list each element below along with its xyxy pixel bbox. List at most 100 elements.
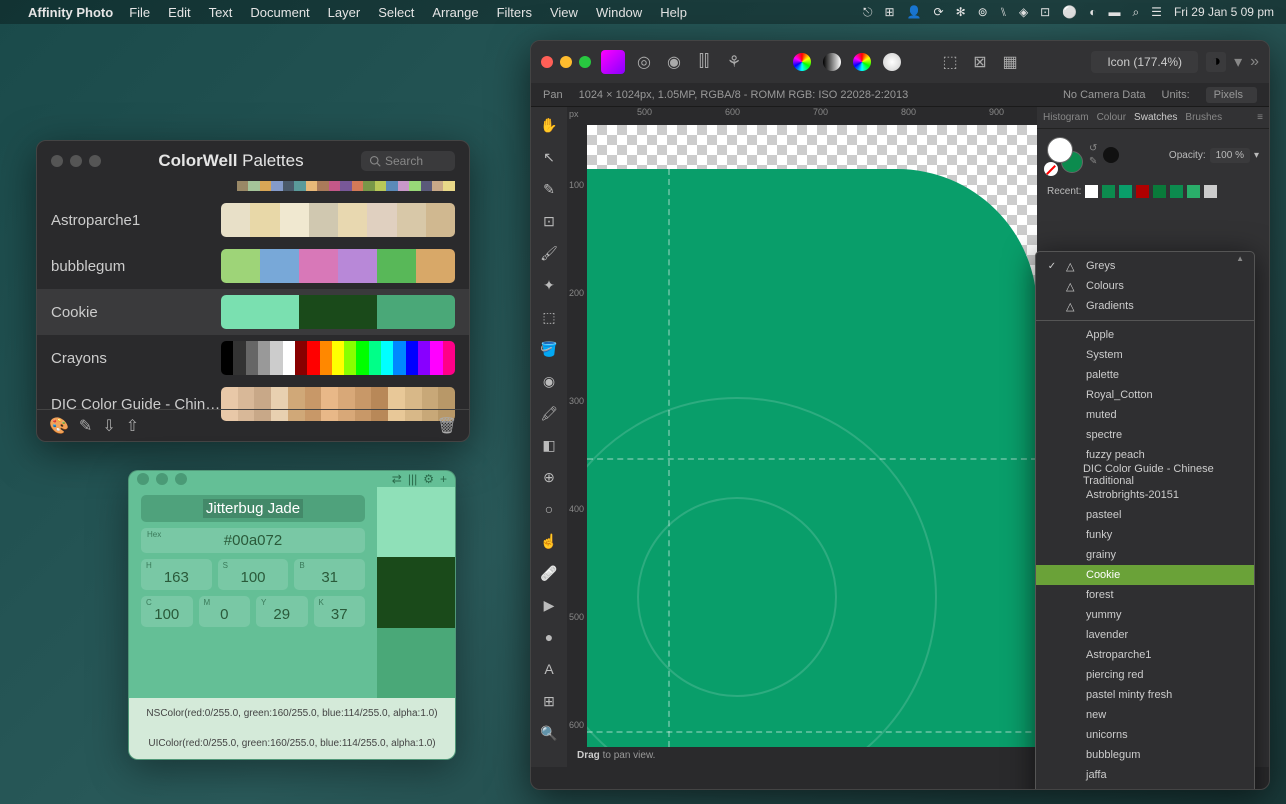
horizontal-ruler[interactable]: 500600700800900 xyxy=(587,107,1037,125)
palette-row[interactable]: bubblegum xyxy=(37,243,469,289)
color-component-field[interactable]: Y29 xyxy=(256,596,308,627)
crop-tool-icon[interactable]: ⊡ xyxy=(537,209,561,233)
dropdown-toggle[interactable]: ▾ xyxy=(1254,150,1259,161)
clone-tool-icon[interactable]: ⊕ xyxy=(537,465,561,489)
hsl-icon[interactable] xyxy=(853,53,871,71)
tab-swatches[interactable]: Swatches xyxy=(1134,112,1177,123)
dropdown-item[interactable]: yummy xyxy=(1036,605,1254,625)
selection-icon[interactable]: ⬚ xyxy=(941,53,959,71)
recent-swatch[interactable] xyxy=(1204,185,1217,198)
shape-tool-icon[interactable]: ● xyxy=(537,625,561,649)
user-icon[interactable]: 👤 xyxy=(907,5,922,19)
dropdown-item[interactable]: piercing red xyxy=(1036,665,1254,685)
recent-swatch[interactable] xyxy=(1153,185,1166,198)
snap-icon[interactable]: ⊠ xyxy=(971,53,989,71)
recent-swatch[interactable] xyxy=(1085,185,1098,198)
wifi-icon[interactable]: ◈ xyxy=(1019,5,1028,19)
dropdown-item[interactable]: funky xyxy=(1036,525,1254,545)
recent-swatch[interactable] xyxy=(1187,185,1200,198)
menu-edit[interactable]: Edit xyxy=(168,5,190,20)
color-swatch[interactable] xyxy=(377,557,455,627)
dropdown-item[interactable]: bubblegum xyxy=(1036,745,1254,765)
eyedropper-icon[interactable]: ✎ xyxy=(1089,156,1097,167)
healing-tool-icon[interactable]: 🩹 xyxy=(537,561,561,585)
bw-icon[interactable] xyxy=(823,53,841,71)
wifi-icon[interactable]: ⊚ xyxy=(978,5,988,19)
dropdown-item[interactable]: spectre xyxy=(1036,425,1254,445)
dropdown-item[interactable]: grainy xyxy=(1036,545,1254,565)
dropdown-item[interactable]: new xyxy=(1036,705,1254,725)
dropdown-item[interactable]: △Colours xyxy=(1036,276,1254,296)
color-component-field[interactable]: S100 xyxy=(218,559,289,590)
dropdown-item[interactable]: jaffa xyxy=(1036,765,1254,785)
bars-icon[interactable]: ||| xyxy=(408,472,417,486)
link-icon[interactable]: ⑊ xyxy=(1000,5,1007,19)
recent-swatch[interactable] xyxy=(1170,185,1183,198)
bluetooth-icon[interactable]: ⚪ xyxy=(1062,5,1077,19)
dropdown-item[interactable]: Astroparche1 xyxy=(1036,645,1254,665)
recent-swatch[interactable] xyxy=(1119,185,1132,198)
spotlight-icon[interactable]: ⌕ xyxy=(1132,5,1139,20)
trash-icon[interactable]: 🗑 xyxy=(437,416,457,436)
color-component-field[interactable]: B31 xyxy=(294,559,365,590)
dropdown-item[interactable]: Royal_Cotton xyxy=(1036,385,1254,405)
dropdown-item[interactable]: Apple xyxy=(1036,325,1254,345)
dropdown-item[interactable]: palette xyxy=(1036,365,1254,385)
dropdown-item[interactable]: muted xyxy=(1036,405,1254,425)
code-output[interactable]: NSColor(red:0/255.0, green:160/255.0, bl… xyxy=(129,698,455,759)
tab-colour[interactable]: Colour xyxy=(1097,112,1126,123)
selection-brush-icon[interactable]: ✦ xyxy=(537,273,561,297)
brush-tool-icon[interactable]: 🖌 xyxy=(537,241,561,265)
persona-liquify-icon[interactable]: ◉ xyxy=(665,53,683,71)
sync-icon[interactable]: ⟳ xyxy=(934,5,944,19)
dropdown-item[interactable]: pastel minty fresh xyxy=(1036,685,1254,705)
color-component-field[interactable]: M0 xyxy=(199,596,251,627)
panel-menu-icon[interactable]: ≡ xyxy=(1257,112,1263,123)
dropdown-item[interactable]: unicorns xyxy=(1036,725,1254,745)
erase-tool-icon[interactable]: ◧ xyxy=(537,433,561,457)
persona-photo-icon[interactable]: ◎ xyxy=(635,53,653,71)
scroll-up-icon[interactable]: ▲ xyxy=(1236,256,1244,262)
window-traffic-lights[interactable] xyxy=(541,56,591,68)
export-icon[interactable]: ⇧ xyxy=(126,416,139,436)
canvas[interactable] xyxy=(587,125,1037,747)
recent-swatch[interactable] xyxy=(1102,185,1115,198)
add-icon[interactable]: + xyxy=(440,472,447,486)
volume-icon[interactable]: ◐ xyxy=(1089,5,1096,19)
persona-tone-icon[interactable]: ⚘ xyxy=(725,53,743,71)
tag-icon[interactable]: ✎ xyxy=(79,416,92,436)
white-balance-icon[interactable] xyxy=(883,53,901,71)
palette-row[interactable]: Crayons xyxy=(37,335,469,381)
paint-brush-icon[interactable]: 🖍 xyxy=(537,401,561,425)
dropdown-toggle[interactable]: ▾ xyxy=(1234,52,1242,72)
clock[interactable]: Fri 29 Jan 5 09 pm xyxy=(1174,5,1274,19)
flood-fill-icon[interactable]: 🪣 xyxy=(537,337,561,361)
foreground-background-selector[interactable] xyxy=(1047,137,1083,173)
mesh-tool-icon[interactable]: ⊞ xyxy=(537,689,561,713)
menu-text[interactable]: Text xyxy=(209,5,233,20)
dropdown-item[interactable]: △Gradients xyxy=(1036,296,1254,316)
palette-icon[interactable]: 🎨 xyxy=(49,416,69,436)
status-icon[interactable]: ⊞ xyxy=(885,5,895,19)
no-color-icon[interactable] xyxy=(1044,162,1058,176)
app-name[interactable]: Affinity Photo xyxy=(28,5,113,20)
view-mode-button[interactable]: ◑ xyxy=(1206,52,1226,72)
text-tool-icon[interactable]: A xyxy=(537,657,561,681)
gear-icon[interactable]: ⚙ xyxy=(423,472,434,486)
dropdown-item[interactable]: piccy goodness xyxy=(1036,785,1254,790)
dropdown-item[interactable]: fuzzy peach xyxy=(1036,445,1254,465)
menu-file[interactable]: File xyxy=(129,5,150,20)
recent-swatch[interactable] xyxy=(1136,185,1149,198)
color-component-field[interactable]: H163 xyxy=(141,559,212,590)
marquee-tool-icon[interactable]: ⬚ xyxy=(537,305,561,329)
hex-field[interactable]: Hex #00a072 xyxy=(141,528,365,553)
control-center-icon[interactable]: ☰ xyxy=(1151,5,1162,19)
dropdown-item[interactable]: ✓△Greys xyxy=(1036,256,1254,276)
menu-window[interactable]: Window xyxy=(596,5,642,20)
palette-row[interactable]: Cookie xyxy=(37,289,469,335)
menu-layer[interactable]: Layer xyxy=(328,5,361,20)
sampled-color[interactable] xyxy=(1103,147,1119,163)
color-picker-tool-icon[interactable]: ✎ xyxy=(537,177,561,201)
dropdown-item[interactable]: System xyxy=(1036,345,1254,365)
window-traffic-lights[interactable] xyxy=(51,155,101,167)
